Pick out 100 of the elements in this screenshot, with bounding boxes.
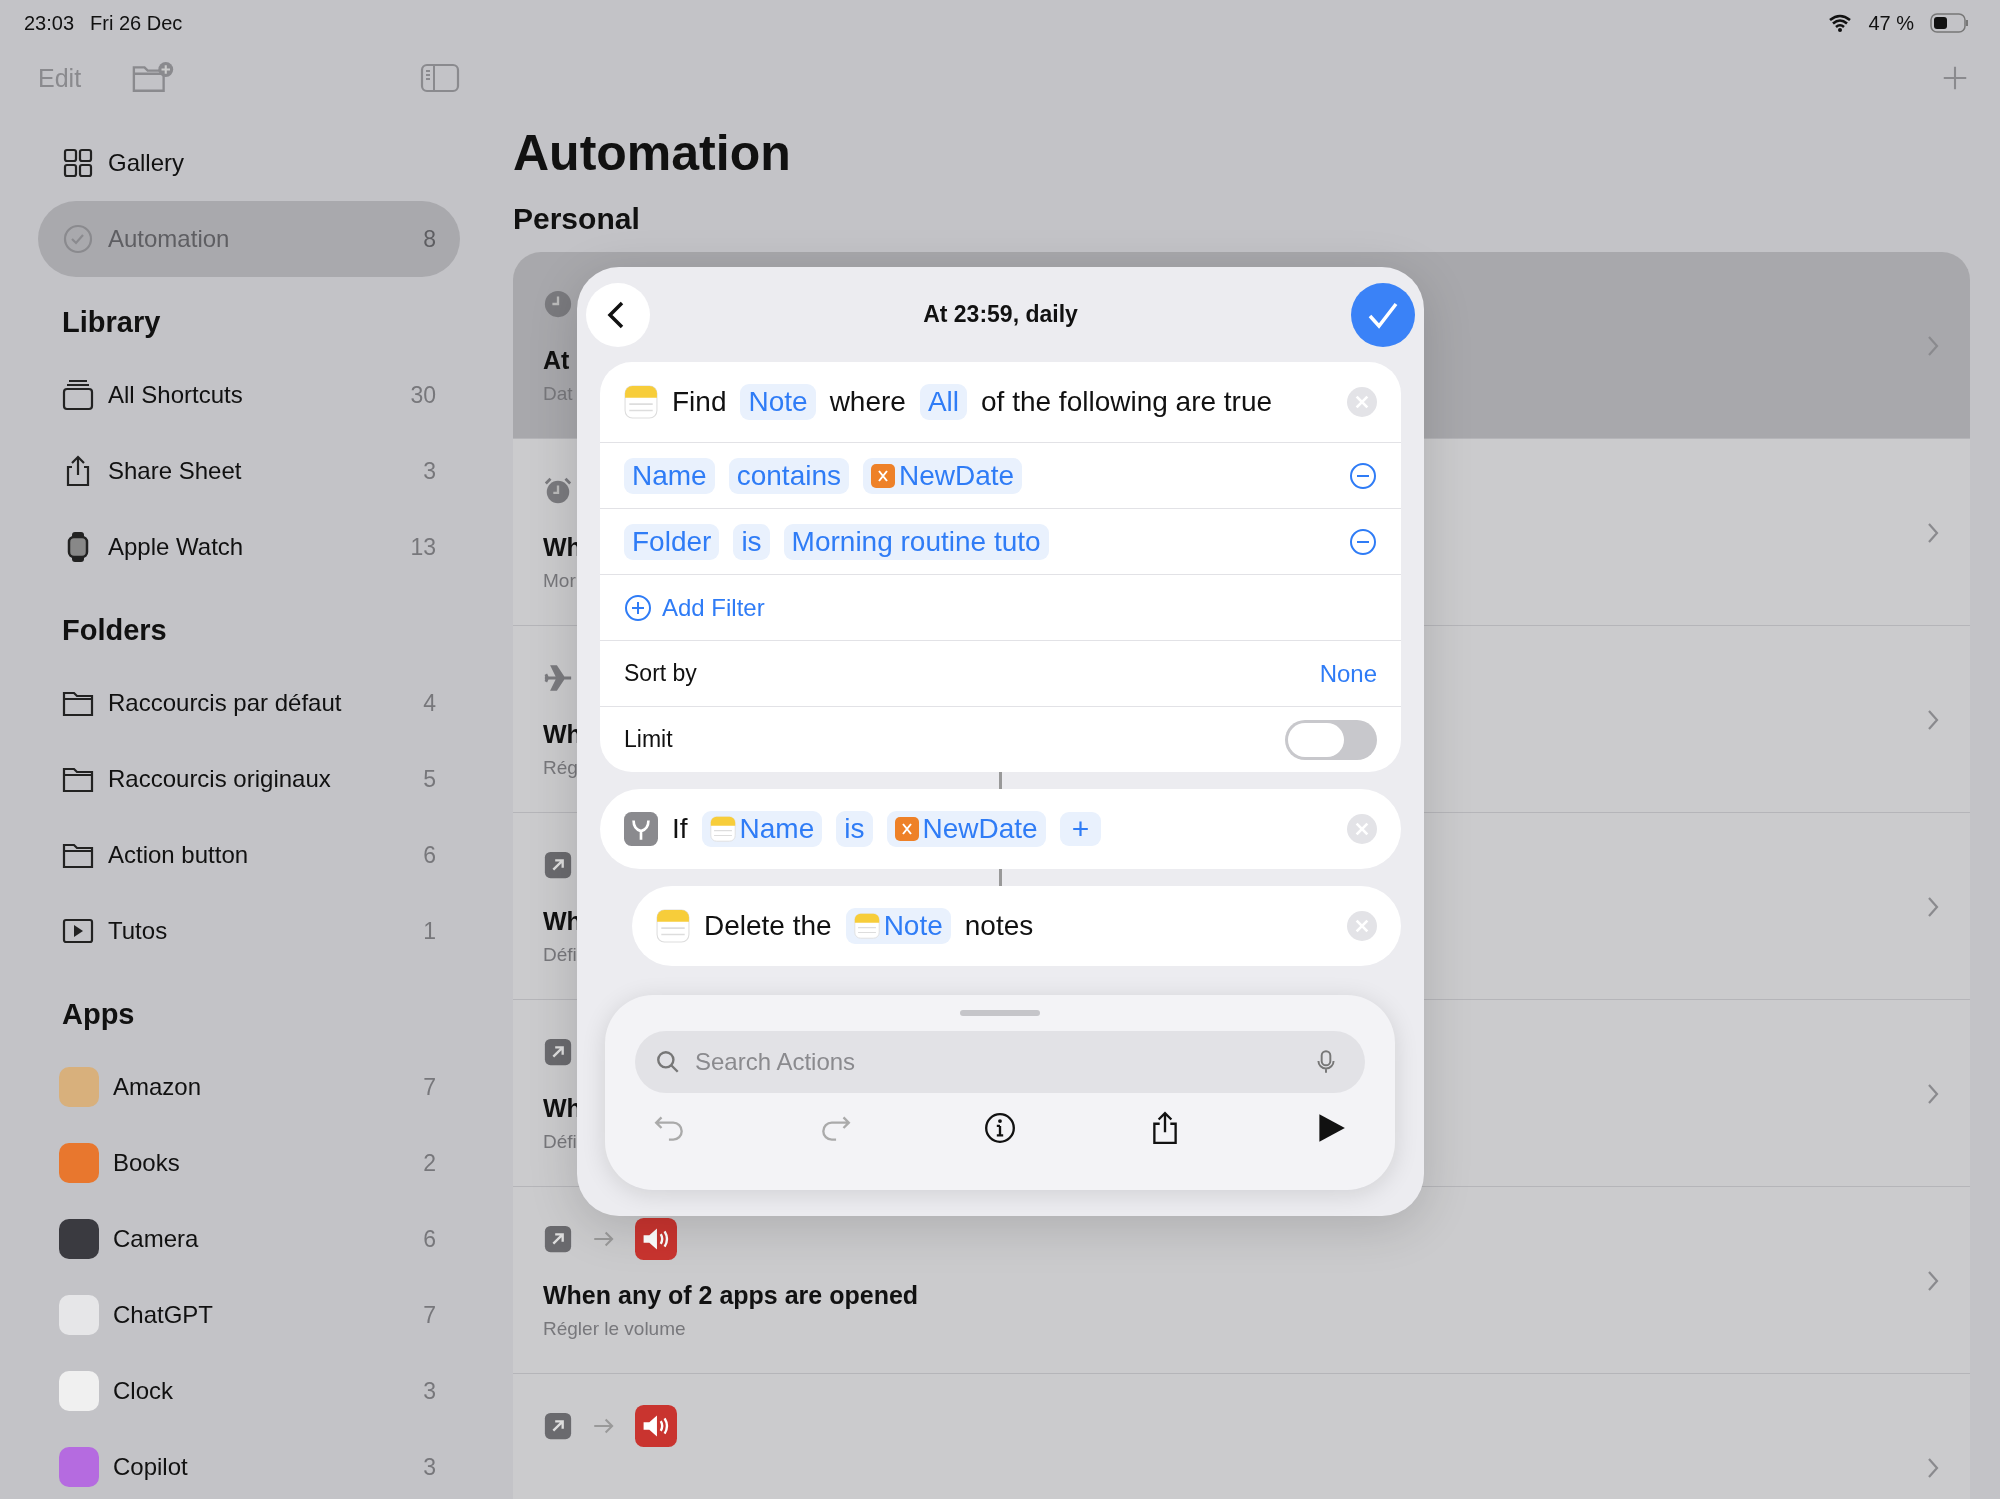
item-label[interactable]: Share Sheet	[108, 457, 410, 485]
section-heading: Library	[62, 306, 161, 339]
item-count: 3	[423, 1453, 436, 1481]
action-text: Find	[672, 386, 727, 418]
close-icon[interactable]	[1347, 911, 1377, 941]
notes-icon	[709, 816, 736, 842]
parameter-token[interactable]: is	[836, 811, 873, 847]
item-label[interactable]: Books	[113, 1149, 410, 1177]
parameter-token[interactable]: All	[919, 384, 967, 420]
sidebar-toggle-icon[interactable]	[420, 62, 460, 94]
item-label[interactable]: ChatGPT	[113, 1301, 410, 1329]
branch-icon	[624, 812, 658, 846]
item-count: 30	[410, 381, 436, 409]
item-label[interactable]: Apple Watch	[108, 533, 397, 561]
battery-percent: 47 %	[1868, 11, 1914, 35]
close-icon[interactable]	[1347, 814, 1377, 844]
speaker-icon	[635, 1218, 677, 1260]
limit-label: Limit	[624, 726, 673, 753]
add-icon	[624, 593, 652, 622]
add-parameter-button[interactable]: +	[1059, 812, 1102, 846]
item-count: 8	[423, 225, 436, 253]
action-text: If	[672, 813, 688, 845]
item-count: 13	[410, 533, 436, 561]
item-label: Gallery	[108, 149, 186, 177]
item-count: 3	[423, 457, 436, 485]
automation-subtitle: Défi	[543, 944, 577, 966]
airplane-icon	[543, 663, 573, 693]
item-count: 6	[423, 1225, 436, 1253]
notes-icon	[624, 385, 658, 419]
notes-icon	[853, 913, 880, 939]
wifi-icon	[1828, 14, 1853, 32]
done-button[interactable]	[1351, 282, 1415, 347]
info-icon[interactable]	[983, 1111, 1017, 1145]
item-label[interactable]: Raccourcis par défaut	[108, 689, 410, 717]
parameter-token[interactable]: Name	[701, 811, 823, 847]
item-count: 1	[423, 917, 436, 945]
item-count: 6	[423, 841, 436, 869]
chevron-right-icon	[1926, 1269, 1940, 1293]
sort-value[interactable]: None	[1319, 659, 1377, 688]
item-count: 5	[423, 765, 436, 793]
parameter-token[interactable]: Name	[624, 457, 715, 494]
close-icon[interactable]	[1347, 387, 1377, 417]
status-time: 23:03	[24, 11, 75, 35]
limit-toggle[interactable]	[1285, 719, 1377, 760]
item-label[interactable]: Copilot	[113, 1453, 410, 1481]
remove-icon[interactable]	[1349, 461, 1377, 490]
item-label: Automation	[108, 225, 231, 253]
item-count: 7	[423, 1073, 436, 1101]
arrow-square-icon	[543, 1411, 573, 1441]
new-folder-icon[interactable]	[131, 61, 176, 95]
page-title: Automation	[513, 124, 792, 183]
action-text: notes	[964, 910, 1034, 942]
search-field[interactable]: Search Actions	[635, 1031, 1365, 1093]
variable-icon	[871, 463, 895, 488]
add-filter-button[interactable]: Add Filter	[624, 593, 765, 622]
parameter-token[interactable]: Folder	[624, 523, 720, 560]
section-heading: Personal	[513, 202, 641, 237]
alarm-clock-icon	[543, 476, 573, 506]
sort-by-label: Sort by	[624, 660, 697, 687]
speaker-icon	[635, 1405, 677, 1447]
section-heading: Apps	[62, 998, 135, 1031]
section-heading: Folders	[62, 614, 167, 647]
grid-icon	[62, 147, 94, 179]
item-label[interactable]: Amazon	[113, 1073, 410, 1101]
action-text: where	[829, 386, 906, 418]
sidebar-item[interactable]: Automation 8	[38, 201, 460, 277]
item-label[interactable]: Tutos	[108, 917, 410, 945]
item-label[interactable]: Action button	[108, 841, 410, 869]
variable-token[interactable]: NewDate	[863, 457, 1023, 494]
item-label[interactable]: Clock	[113, 1377, 410, 1405]
action-text: of the following are true	[981, 386, 1273, 418]
parameter-token[interactable]: is	[733, 523, 770, 560]
automation-title: At	[543, 346, 570, 375]
variable-token[interactable]: NewDate	[886, 811, 1046, 847]
automation-title: When any of 2 apps are opened	[543, 1281, 919, 1310]
item-label[interactable]: Raccourcis originaux	[108, 765, 410, 793]
search-input[interactable]: Search Actions	[693, 1047, 1301, 1077]
variable-icon	[894, 817, 919, 841]
remove-icon[interactable]	[1349, 527, 1377, 556]
parameter-token[interactable]: contains	[728, 457, 849, 494]
item-count: 3	[423, 1377, 436, 1405]
stack-icon	[62, 379, 94, 411]
back-button[interactable]	[586, 282, 650, 347]
arrow-square-icon	[543, 1037, 573, 1067]
automation-subtitle: Défi	[543, 1131, 577, 1153]
automation-subtitle: Rég	[543, 757, 578, 779]
parameter-token[interactable]: Note	[740, 384, 816, 420]
item-label[interactable]: Camera	[113, 1225, 410, 1253]
item-count: 4	[423, 689, 436, 717]
battery-icon	[1930, 13, 1970, 33]
item-count: 2	[423, 1149, 436, 1177]
chevron-right-icon	[1926, 895, 1940, 919]
item-label[interactable]: All Shortcuts	[108, 381, 397, 409]
action-text: Delete the	[704, 910, 832, 942]
parameter-token[interactable]: Note	[845, 908, 951, 944]
chevron-right-icon	[1926, 1082, 1940, 1106]
editor-title: At 23:59, daily	[923, 301, 1078, 328]
sidebar-item[interactable]: Gallery	[38, 125, 460, 201]
parameter-token[interactable]: Morning routine tuto	[783, 523, 1049, 560]
notes-icon	[656, 909, 690, 943]
